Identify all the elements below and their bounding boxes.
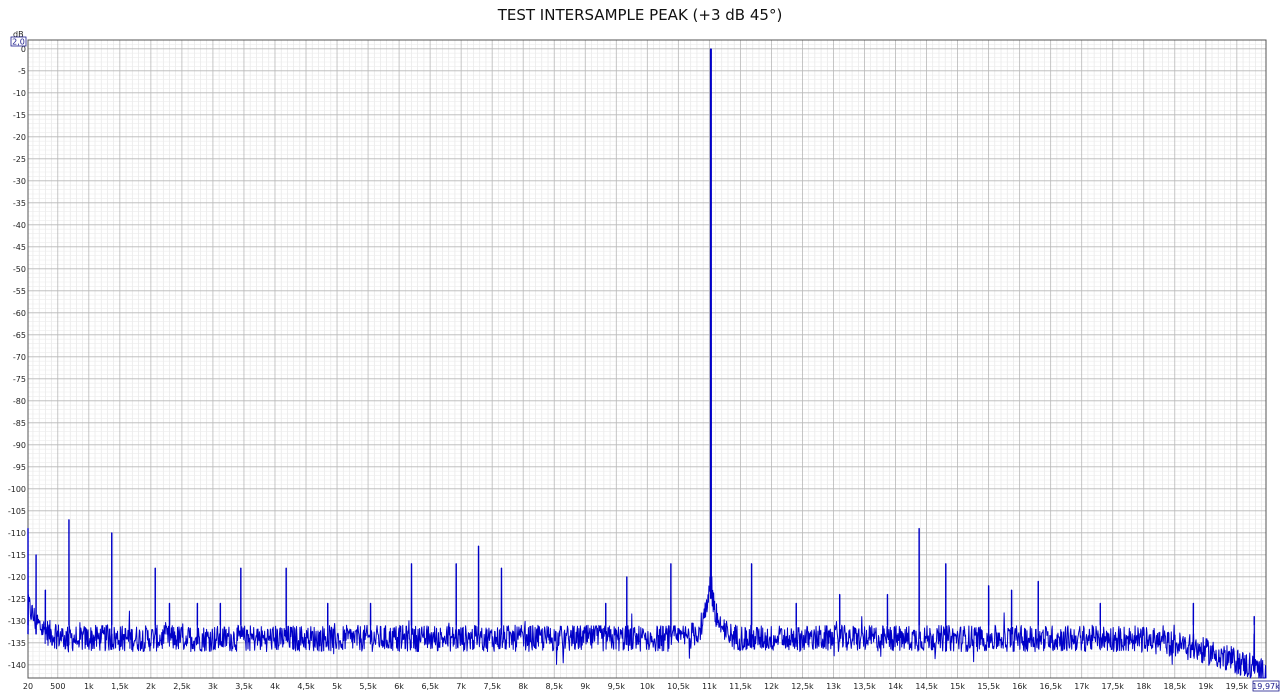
y-tick-label: -100 xyxy=(8,485,26,494)
x-tick-label: 5k xyxy=(332,682,342,691)
x-tick-label: 4,5k xyxy=(297,682,315,691)
y-tick-label: -110 xyxy=(8,529,26,538)
y-tick-label: -120 xyxy=(8,573,26,582)
x-end-value: 19,97k xyxy=(1252,682,1280,691)
x-tick-label: 14k xyxy=(888,682,903,691)
x-tick-label: 16k xyxy=(1012,682,1027,691)
y-tick-label: -60 xyxy=(13,309,26,318)
y-tick-label: -135 xyxy=(8,639,26,648)
y-top-value: 2,0 xyxy=(12,38,25,47)
x-tick-label: 19,5k xyxy=(1226,682,1249,691)
x-tick-label: 13k xyxy=(826,682,841,691)
y-tick-label: -85 xyxy=(13,419,26,428)
y-tick-label: -55 xyxy=(13,287,26,296)
x-tick-label: 17k xyxy=(1074,682,1089,691)
x-tick-label: 9k xyxy=(580,682,590,691)
x-tick-label: 2,5k xyxy=(173,682,191,691)
x-tick-label: 12k xyxy=(764,682,779,691)
x-tick-label: 12,5k xyxy=(791,682,814,691)
y-tick-label: -45 xyxy=(13,243,26,252)
x-tick-label: 6k xyxy=(394,682,404,691)
y-tick-label: -25 xyxy=(13,155,26,164)
x-tick-label: 14,5k xyxy=(915,682,938,691)
y-tick-label: -20 xyxy=(13,133,26,142)
x-tick-label: 11k xyxy=(702,682,717,691)
x-tick-label: 17,5k xyxy=(1101,682,1124,691)
y-tick-label: -125 xyxy=(8,595,26,604)
x-tick-label: 16,5k xyxy=(1039,682,1062,691)
x-tick-label: 13,5k xyxy=(853,682,876,691)
x-tick-label: 8,5k xyxy=(546,682,564,691)
x-tick-label: 3k xyxy=(208,682,218,691)
y-tick-label: -115 xyxy=(8,551,26,560)
y-tick-label: -15 xyxy=(13,111,26,120)
y-tick-label: -130 xyxy=(8,617,26,626)
y-tick-label: -40 xyxy=(13,221,26,230)
x-tick-label: 10,5k xyxy=(667,682,690,691)
x-tick-label: 18,5k xyxy=(1164,682,1187,691)
x-tick-label: 20 xyxy=(23,682,33,691)
y-tick-label: -5 xyxy=(18,67,26,76)
x-tick-label: 3,5k xyxy=(235,682,253,691)
x-tick-label: 1k xyxy=(84,682,94,691)
x-tick-label: 7k xyxy=(456,682,466,691)
y-tick-label: -65 xyxy=(13,331,26,340)
x-tick-label: 15,5k xyxy=(977,682,1000,691)
x-tick-label: 8k xyxy=(518,682,528,691)
x-tick-label: 18k xyxy=(1136,682,1151,691)
y-tick-label: -105 xyxy=(8,507,26,516)
y-tick-label: -90 xyxy=(13,441,26,450)
x-tick-label: 6,5k xyxy=(421,682,439,691)
x-tick-label: 500 xyxy=(50,682,65,691)
y-tick-label: -80 xyxy=(13,397,26,406)
x-tick-label: 9,5k xyxy=(608,682,626,691)
y-tick-label: -70 xyxy=(13,353,26,362)
x-tick-label: 5,5k xyxy=(359,682,377,691)
grid xyxy=(27,40,1266,679)
x-tick-label: 19k xyxy=(1198,682,1213,691)
y-tick-label: -140 xyxy=(8,661,26,670)
y-tick-label: -35 xyxy=(13,199,26,208)
x-tick-label: 4k xyxy=(270,682,280,691)
y-tick-label: -30 xyxy=(13,177,26,186)
y-tick-label: -50 xyxy=(13,265,26,274)
x-tick-label: 10k xyxy=(640,682,655,691)
y-tick-label: -75 xyxy=(13,375,26,384)
x-tick-label: 1,5k xyxy=(111,682,129,691)
y-tick-label: -10 xyxy=(13,89,26,98)
y-tick-label: -95 xyxy=(13,463,26,472)
x-tick-label: 11,5k xyxy=(729,682,752,691)
spectrum-chart: 0-5-10-15-20-25-30-35-40-45-50-55-60-65-… xyxy=(8,30,1280,692)
x-tick-label: 2k xyxy=(146,682,156,691)
x-tick-label: 7,5k xyxy=(483,682,501,691)
x-tick-label: 15k xyxy=(950,682,965,691)
